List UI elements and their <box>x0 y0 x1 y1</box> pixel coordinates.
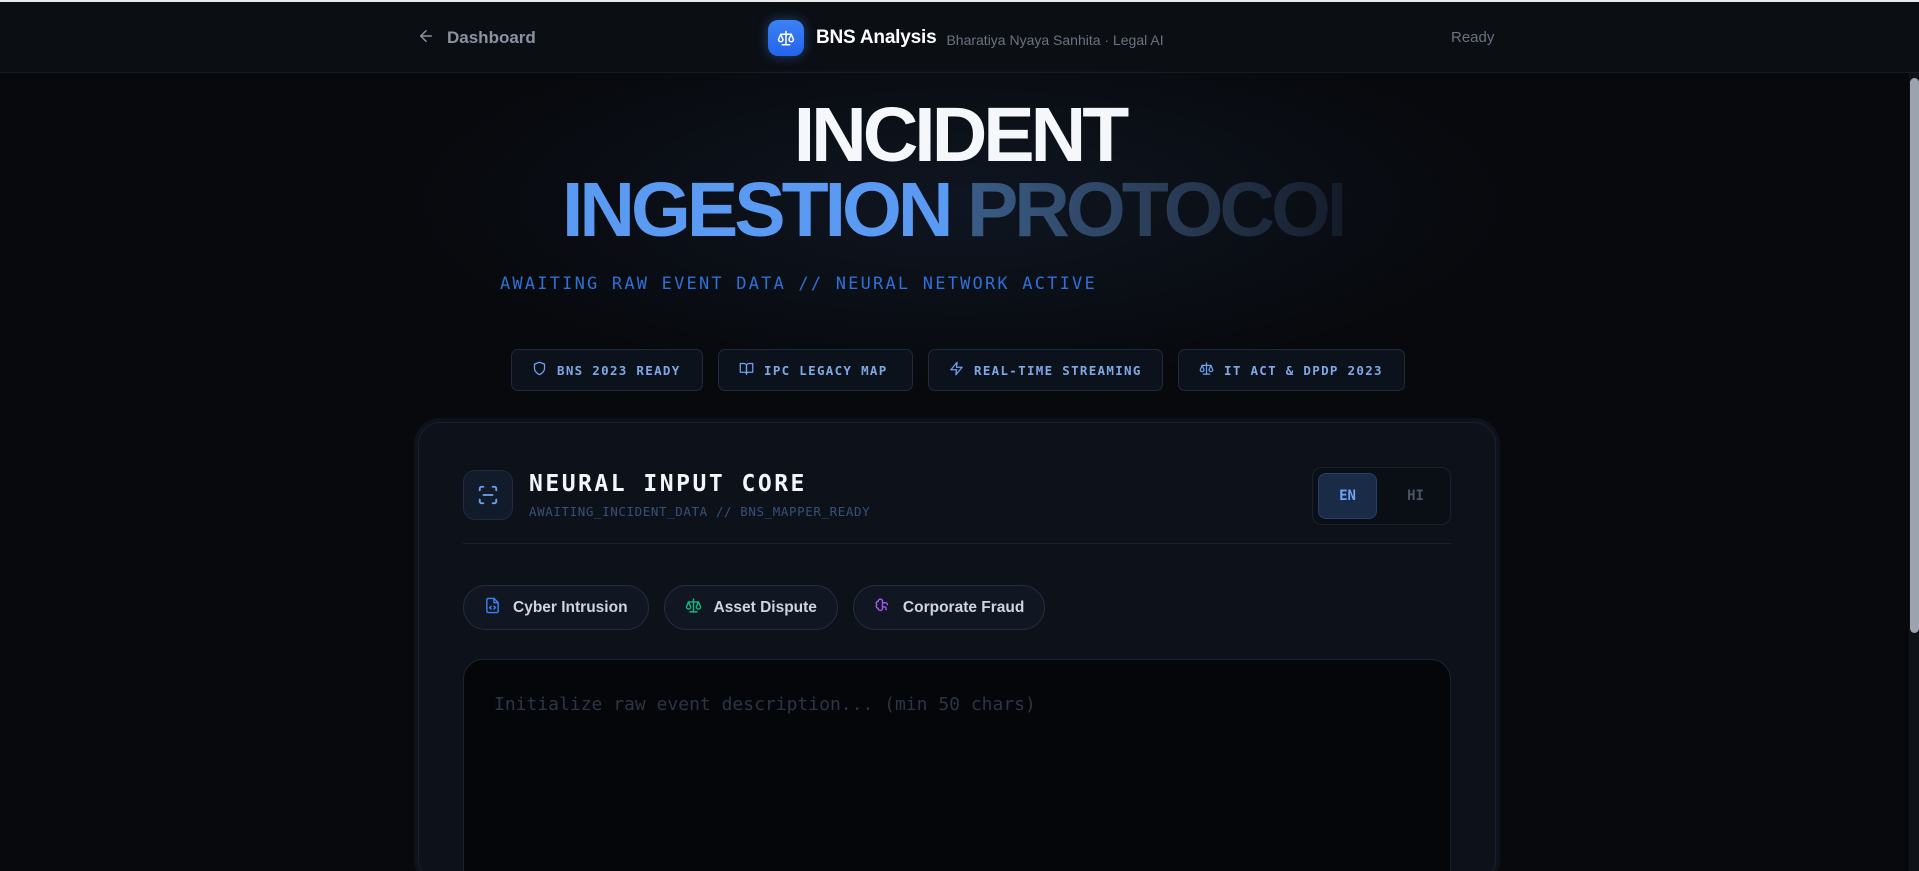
status-indicator: Ready <box>1451 29 1495 46</box>
scrollbar-thumb[interactable] <box>1910 78 1919 633</box>
card-title: NEURAL INPUT CORE <box>529 471 807 497</box>
hero-title-line1: INCIDENT <box>793 92 1130 178</box>
chip-label: Asset Dispute <box>713 598 817 616</box>
brand-title: BNS Analysis <box>816 27 937 48</box>
back-to-dashboard-link[interactable]: Dashboard <box>417 26 536 50</box>
chip-asset-dispute[interactable]: Asset Dispute <box>663 585 838 630</box>
badge-real-time: REAL-TIME STREAMING <box>928 349 1163 391</box>
top-bar: Dashboard BNS Analysis Bharatiya Nyaya S… <box>0 2 1919 73</box>
chip-corporate-fraud[interactable]: Corporate Fraud <box>852 585 1046 630</box>
badge-label: IPC LEGACY MAP <box>764 362 888 378</box>
lang-hi-button[interactable]: HI <box>1386 473 1445 519</box>
book-icon <box>739 361 754 379</box>
badge-ipc-legacy: IPC LEGACY MAP <box>718 349 913 391</box>
code-file-icon <box>484 597 501 619</box>
chip-cyber-intrusion[interactable]: Cyber Intrusion <box>463 585 649 630</box>
language-toggle: EN HI <box>1312 467 1451 525</box>
arrow-left-icon <box>417 27 435 50</box>
feature-badges: BNS 2023 READY IPC LEGACY MAP REAL-TIME … <box>511 349 1405 391</box>
badge-label: REAL-TIME STREAMING <box>974 362 1142 378</box>
hero-title-word-protocol: PROTOCOL <box>967 167 1342 253</box>
hero-title-word-ingestion: INGESTION <box>562 167 954 253</box>
brand: BNS Analysis Bharatiya Nyaya Sanhita · L… <box>768 20 1164 56</box>
bolt-icon <box>949 361 964 379</box>
hero-title-line2: INGESTION PROTOCOL <box>562 167 1342 257</box>
back-label: Dashboard <box>447 28 536 47</box>
badge-bns-2023: BNS 2023 READY <box>511 349 703 391</box>
brain-icon <box>874 597 891 619</box>
scan-icon <box>463 470 513 520</box>
scale-icon <box>685 597 702 619</box>
brand-subtitle: Bharatiya Nyaya Sanhita · Legal AI <box>946 31 1164 48</box>
card-divider <box>463 543 1451 544</box>
badge-it-act: IT ACT & DPDP 2023 <box>1178 349 1405 391</box>
chip-label: Corporate Fraud <box>902 598 1025 616</box>
shield-icon <box>532 361 547 379</box>
incident-input-wrapper <box>463 659 1451 871</box>
lang-en-button[interactable]: EN <box>1318 473 1377 519</box>
incident-description-input[interactable] <box>464 660 1450 871</box>
scale-logo-icon <box>768 20 804 56</box>
preset-chips: Cyber Intrusion Asset Dispute Corporate … <box>463 585 1046 630</box>
card-subtitle: AWAITING_INCIDENT_DATA // BNS_MAPPER_REA… <box>529 504 871 519</box>
scale-icon <box>1199 361 1214 379</box>
hero-tagline: AWAITING RAW EVENT DATA // NEURAL NETWOR… <box>500 274 1097 294</box>
badge-label: IT ACT & DPDP 2023 <box>1224 362 1383 378</box>
neural-input-card: NEURAL INPUT CORE AWAITING_INCIDENT_DATA… <box>418 422 1496 871</box>
chip-label: Cyber Intrusion <box>513 598 628 616</box>
badge-label: BNS 2023 READY <box>557 362 681 378</box>
